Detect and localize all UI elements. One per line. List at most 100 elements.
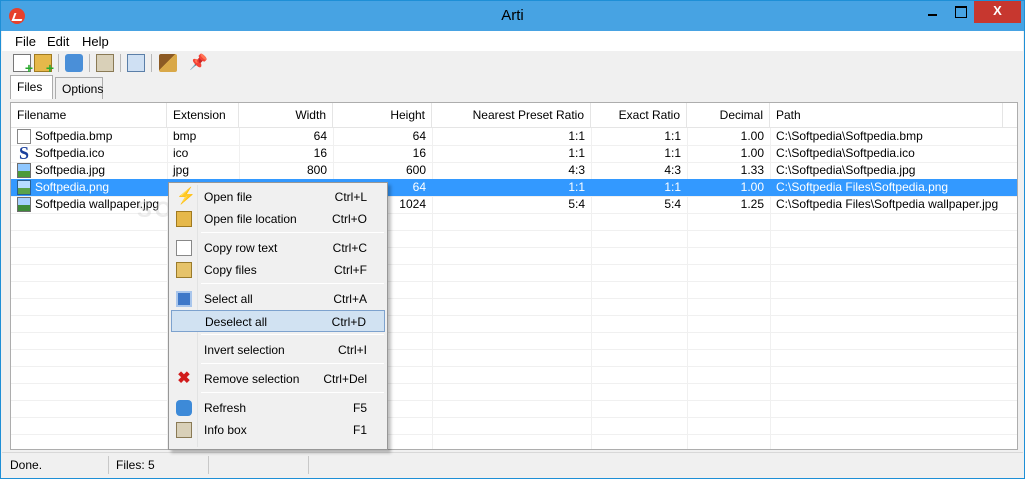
col-path-header[interactable]: Path (770, 103, 1003, 128)
menu-item-shortcut: Ctrl+L (334, 190, 367, 204)
cell-decimal: 1.25 (740, 197, 764, 211)
table-row[interactable]: S Softpedia.ico ico 16 16 1:1 1:1 1.00 C:\Softpe… (11, 144, 1017, 162)
cell-preset: 1:1 (568, 180, 585, 194)
info-box-icon (176, 422, 192, 438)
tab-files[interactable]: Files (10, 75, 53, 99)
cell-preset: 5:4 (568, 197, 585, 211)
menu-item-copy-row-text[interactable]: Copy row text Ctrl+C (171, 237, 385, 259)
app-window: Arti X File Edit Help 📌 Files Options Fi… (0, 0, 1025, 479)
row-gridline (11, 264, 1017, 265)
menu-item-label: Copy row text (204, 241, 278, 255)
info-box-icon[interactable] (96, 54, 114, 72)
menu-item-open-file-location[interactable]: Open file location Ctrl+O (171, 208, 385, 230)
cell-exact: 1:1 (664, 180, 681, 194)
col-preset-ratio-header[interactable]: Nearest Preset Ratio (432, 103, 591, 128)
copy-icon[interactable] (127, 54, 145, 72)
toolbar-separator (120, 54, 121, 72)
cell-width: 64 (313, 129, 327, 143)
refresh-icon (176, 400, 192, 416)
row-gridline (11, 298, 1017, 299)
col-filename-header[interactable]: Filename (11, 103, 167, 128)
table-row[interactable]: Softpedia.png 64 1:1 1:1 1.00 C:\Softpedia Fi… (11, 179, 1017, 196)
menu-item-shortcut: Ctrl+A (333, 292, 367, 306)
cell-preset: 1:1 (568, 146, 585, 160)
add-files-icon[interactable] (13, 54, 33, 76)
menu-item-select-all[interactable]: Select all Ctrl+A (171, 288, 385, 310)
menu-item-open-file[interactable]: ⚡ Open file Ctrl+L (171, 186, 385, 208)
cell-extension: ico (173, 146, 189, 160)
menu-item-label: Refresh (204, 401, 247, 415)
open-file-location-icon (176, 211, 192, 227)
context-menu: ⚡ Open file Ctrl+L Open file location Ctrl+O… (168, 182, 388, 450)
status-text: Done. (3, 456, 109, 474)
minimize-button[interactable] (919, 1, 947, 23)
menu-edit[interactable]: Edit (47, 34, 69, 49)
remove-selection-icon: ✖ (177, 370, 191, 387)
cell-filename: Softpedia.png (35, 180, 110, 194)
maximize-button[interactable] (947, 1, 974, 23)
row-gridline (11, 332, 1017, 333)
row-gridline (11, 230, 1017, 231)
window-title: Arti (501, 7, 524, 24)
toolbar-separator (151, 54, 152, 72)
menu-separator (201, 232, 384, 233)
col-width-header[interactable]: Width (239, 103, 333, 128)
menu-item-label: Copy files (204, 263, 257, 277)
menu-item-deselect-all[interactable]: Deselect all Ctrl+D (171, 310, 385, 332)
refresh-icon[interactable] (65, 54, 83, 72)
menu-item-refresh[interactable]: Refresh F5 (171, 397, 385, 419)
cell-decimal: 1.00 (740, 180, 764, 194)
row-gridline (11, 247, 1017, 248)
menu-separator (201, 334, 384, 335)
title-bar[interactable]: Arti X (1, 1, 1024, 31)
copy-row-text-icon (176, 240, 192, 256)
row-gridline (11, 434, 1017, 435)
menu-help[interactable]: Help (82, 34, 109, 49)
menu-item-label: Info box (204, 423, 247, 437)
menu-separator (201, 283, 384, 284)
menu-item-label: Deselect all (205, 315, 268, 329)
cell-width: 800 (306, 163, 327, 177)
menu-item-copy-files[interactable]: Copy files Ctrl+F (171, 259, 385, 281)
menu-item-label: Invert selection (204, 343, 285, 357)
cell-exact: 4:3 (664, 163, 681, 177)
menu-item-label: Remove selection (204, 372, 300, 386)
list-header: Filename Extension Width Height Nearest Pres… (11, 103, 1017, 128)
open-file-icon: ⚡ (176, 188, 196, 205)
cell-filename: Softpedia.jpg (35, 163, 106, 177)
cell-path: C:\Softpedia Files\Softpedia wallpaper.j… (776, 197, 999, 211)
table-row[interactable]: Softpedia.bmp bmp 64 64 1:1 1:1 1.00 C:\Softped… (11, 128, 1017, 145)
col-exact-ratio-header[interactable]: Exact Ratio (591, 103, 687, 128)
close-button[interactable]: X (974, 1, 1021, 23)
row-gridline (11, 417, 1017, 418)
cell-path: C:\Softpedia\Softpedia.ico (776, 146, 915, 160)
menu-item-remove-selection[interactable]: ✖ Remove selection Ctrl+Del (171, 368, 385, 390)
menu-file[interactable]: File (15, 34, 36, 49)
tab-options[interactable]: Options (55, 77, 103, 99)
cell-decimal: 1.00 (740, 129, 764, 143)
col-extension-header[interactable]: Extension (167, 103, 239, 128)
menu-separator (201, 392, 384, 393)
menu-item-info-box[interactable]: Info box F1 (171, 419, 385, 441)
col-decimal-header[interactable]: Decimal (687, 103, 770, 128)
add-folder-icon[interactable] (34, 54, 54, 76)
cell-filename: Softpedia.bmp (35, 129, 113, 143)
cell-height: 16 (412, 146, 426, 160)
table-row[interactable]: Softpedia.jpg jpg 800 600 4:3 4:3 1.33 C:\Softp… (11, 162, 1017, 179)
cell-extension: bmp (173, 129, 197, 143)
cell-preset: 1:1 (568, 129, 585, 143)
row-gridline (11, 281, 1017, 282)
status-pane-empty (209, 456, 309, 474)
menu-item-shortcut: F5 (352, 401, 367, 415)
col-height-header[interactable]: Height (333, 103, 432, 128)
row-gridline (11, 349, 1017, 350)
menu-item-label: Open file (204, 190, 253, 204)
clear-list-icon[interactable] (159, 54, 177, 72)
pin-on-top-icon[interactable]: 📌 (189, 54, 208, 72)
toolbar: 📌 (2, 51, 1023, 76)
menu-item-shortcut: Ctrl+F (334, 263, 367, 277)
menu-item-shortcut: Ctrl+I (337, 343, 367, 357)
file-list[interactable]: Filename Extension Width Height Nearest Pres… (10, 102, 1018, 450)
cell-exact: 1:1 (664, 129, 681, 143)
menu-item-invert-selection[interactable]: Invert selection Ctrl+I (171, 339, 385, 361)
